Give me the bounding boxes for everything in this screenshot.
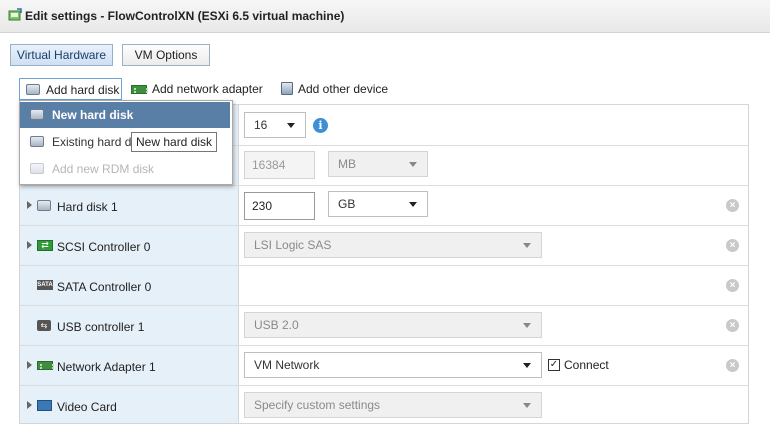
- table-row-usb: ⇆ USB controller 1 USB 2.0 ×: [20, 305, 748, 345]
- usb-controller-label: USB controller 1: [57, 320, 145, 334]
- memory-unit-select[interactable]: MB: [328, 151, 428, 177]
- video-card-label: Video Card: [57, 400, 117, 414]
- hard-disk-icon: [37, 200, 51, 211]
- sata-controller-label: SATA Controller 0: [57, 280, 152, 294]
- usb-type-value: USB 2.0: [254, 318, 299, 332]
- remove-icon[interactable]: ×: [726, 359, 739, 372]
- network-value: VM Network: [254, 358, 320, 372]
- tab-vm-options[interactable]: VM Options: [122, 44, 210, 66]
- menu-item-add-rdm-disk: Add new RDM disk: [20, 156, 230, 182]
- cpu-count-select[interactable]: 16: [244, 112, 306, 138]
- hard-disk-unit-select[interactable]: GB: [328, 191, 428, 217]
- hard-disk-icon: [30, 109, 44, 120]
- usb-icon: ⇆: [37, 320, 51, 331]
- table-row-network: Network Adapter 1 VM Network ✓ Connect ×: [20, 345, 748, 385]
- chevron-down-icon: [287, 123, 295, 128]
- memory-unit-value: MB: [338, 157, 356, 171]
- table-row-sata: SATA SATA Controller 0 ×: [20, 265, 748, 305]
- network-adapter-icon: [131, 85, 148, 94]
- chevron-down-icon: [409, 202, 417, 207]
- expand-arrow-icon[interactable]: [27, 241, 32, 249]
- info-icon[interactable]: i: [313, 118, 328, 133]
- chevron-down-icon: [523, 323, 531, 328]
- add-network-adapter-label: Add network adapter: [152, 82, 263, 96]
- connect-label: Connect: [564, 358, 609, 372]
- hard-disk-icon: [30, 136, 44, 147]
- expand-arrow-icon[interactable]: [27, 201, 32, 209]
- menu-item-label: New hard disk: [52, 108, 134, 122]
- remove-icon[interactable]: ×: [726, 279, 739, 292]
- tab-virtual-hardware[interactable]: Virtual Hardware: [10, 44, 113, 66]
- remove-icon[interactable]: ×: [726, 319, 739, 332]
- table-row-scsi: ⇄ SCSI Controller 0 LSI Logic SAS ×: [20, 225, 748, 265]
- menu-item-label: Add new RDM disk: [52, 162, 155, 176]
- add-network-adapter-button[interactable]: Add network adapter: [130, 78, 270, 100]
- chevron-down-icon: [523, 363, 531, 368]
- window-title: Edit settings - FlowControlXN (ESXi 6.5 …: [25, 9, 345, 23]
- device-icon: [281, 82, 293, 95]
- remove-icon[interactable]: ×: [726, 239, 739, 252]
- chevron-down-icon: [523, 243, 531, 248]
- connect-checkbox[interactable]: ✓: [548, 359, 560, 371]
- chevron-down-icon: [523, 403, 531, 408]
- expand-arrow-icon[interactable]: [27, 401, 32, 409]
- usb-type-select[interactable]: USB 2.0: [244, 312, 542, 338]
- cpu-count-value: 16: [254, 118, 268, 132]
- network-adapter-label: Network Adapter 1: [57, 360, 156, 374]
- scsi-controller-label: SCSI Controller 0: [57, 240, 151, 254]
- table-row-hard-disk: Hard disk 1 230 GB ×: [20, 185, 748, 225]
- add-other-device-button[interactable]: Add other device: [280, 78, 400, 100]
- menu-item-label: Existing hard d: [52, 135, 132, 149]
- chevron-down-icon: [409, 162, 417, 167]
- hard-disk-unit-value: GB: [338, 197, 356, 211]
- network-select[interactable]: VM Network: [244, 352, 542, 378]
- scsi-type-select[interactable]: LSI Logic SAS: [244, 232, 542, 258]
- memory-size-input[interactable]: 16384: [244, 151, 315, 179]
- add-hard-disk-label: Add hard disk: [46, 83, 120, 97]
- network-adapter-icon: [37, 361, 54, 370]
- add-other-device-label: Add other device: [298, 82, 389, 96]
- table-row-video: Video Card Specify custom settings: [20, 385, 748, 425]
- tooltip: New hard disk: [131, 132, 218, 152]
- sata-controller-icon: SATA: [37, 280, 53, 290]
- menu-item-new-hard-disk[interactable]: New hard disk: [20, 102, 230, 128]
- hard-disk-label: Hard disk 1: [57, 200, 118, 214]
- video-settings-select[interactable]: Specify custom settings: [244, 392, 542, 418]
- scsi-type-value: LSI Logic SAS: [254, 238, 332, 252]
- vm-edit-icon: [8, 8, 22, 21]
- video-card-icon: [37, 400, 52, 411]
- scsi-controller-icon: ⇄: [37, 240, 53, 251]
- hard-disk-icon: [26, 84, 40, 95]
- add-hard-disk-button[interactable]: Add hard disk: [19, 78, 122, 100]
- hard-disk-size-input[interactable]: 230: [244, 192, 315, 220]
- remove-icon[interactable]: ×: [726, 199, 739, 212]
- title-bar: Edit settings - FlowControlXN (ESXi 6.5 …: [0, 0, 770, 33]
- expand-arrow-icon[interactable]: [27, 361, 32, 369]
- hard-disk-icon: [30, 163, 44, 174]
- video-settings-value: Specify custom settings: [254, 398, 381, 412]
